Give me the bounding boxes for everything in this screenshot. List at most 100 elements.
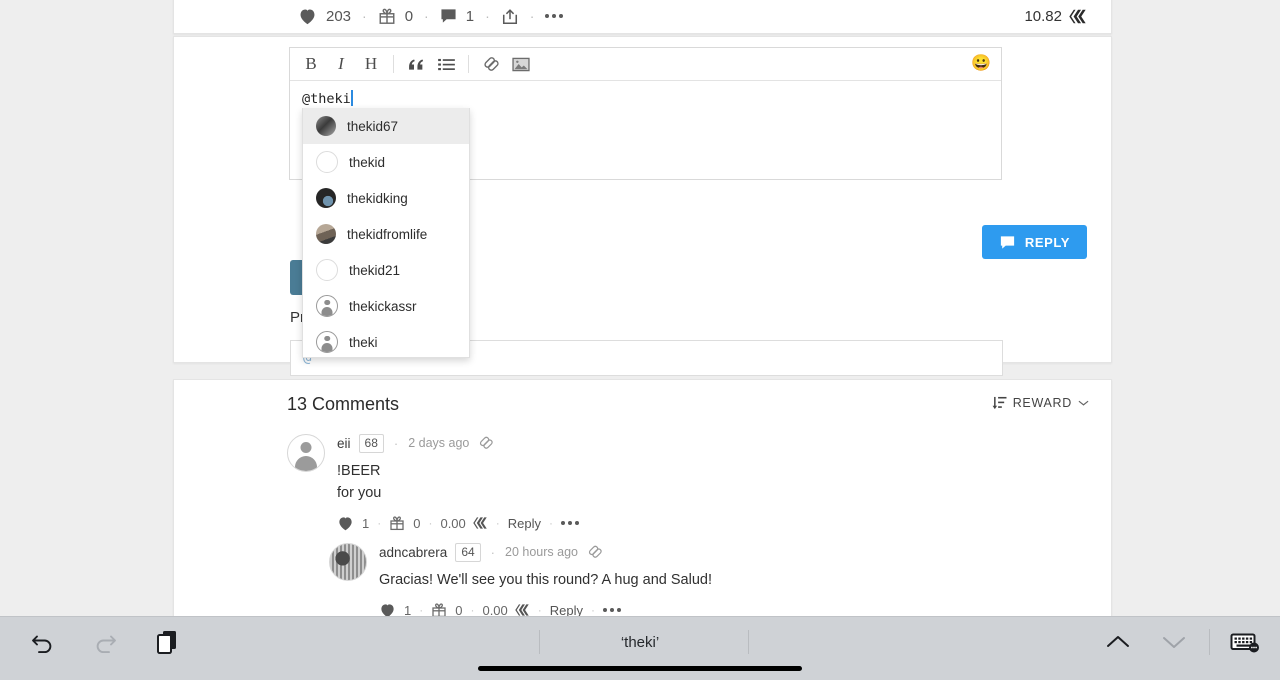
autocomplete-item-label: thekid21: [349, 262, 401, 278]
autocomplete-item[interactable]: thekickassr: [303, 288, 469, 324]
comment-reply-button[interactable]: Reply: [550, 603, 583, 617]
suggestion-divider: [539, 630, 540, 654]
hive-logo-icon: [1068, 8, 1087, 25]
autocomplete-item[interactable]: thekidfromlife: [303, 216, 469, 252]
toolbar-divider: [393, 55, 394, 73]
autocomplete-item[interactable]: thekidking: [303, 180, 469, 216]
bold-button[interactable]: B: [296, 50, 326, 78]
reputation-badge: 68: [358, 433, 384, 453]
comment-more-button[interactable]: [603, 608, 622, 612]
suggestion-word[interactable]: ‘theki’: [621, 634, 659, 651]
comment-author[interactable]: eii: [337, 436, 351, 451]
separator: ·: [549, 516, 554, 530]
bullet-list-button[interactable]: [431, 50, 461, 78]
separator: ·: [393, 435, 399, 451]
hive-logo-icon: [514, 603, 530, 616]
text-caret: [350, 90, 353, 106]
blockquote-button[interactable]: [401, 50, 431, 78]
gift-icon[interactable]: [389, 515, 405, 531]
gift-stat[interactable]: 0: [378, 7, 413, 25]
autocomplete-item[interactable]: thekid67: [303, 108, 469, 144]
autocomplete-item-label: thekidfromlife: [347, 226, 428, 242]
scroll-down-button[interactable]: [1153, 621, 1195, 663]
avatar-placeholder: [316, 295, 338, 317]
hive-logo-icon: [472, 516, 488, 530]
comment-stat[interactable]: 1: [440, 8, 474, 25]
post-stats-row: 203 · 0 · 1 · · 10.82: [174, 0, 1111, 33]
permalink-icon[interactable]: [588, 545, 603, 559]
gift-icon: [378, 7, 396, 25]
toolbar-divider: [1209, 629, 1210, 655]
italic-button[interactable]: I: [326, 50, 356, 78]
post-payout[interactable]: 10.82: [1024, 0, 1087, 33]
image-button[interactable]: [506, 50, 536, 78]
comment-author[interactable]: adncabrera: [379, 545, 447, 560]
comment-text-line: for you: [337, 485, 382, 501]
comment-payout[interactable]: 0.00: [440, 516, 465, 531]
heading-button[interactable]: H: [356, 50, 386, 78]
comment-gift-count: 0: [455, 602, 463, 617]
separator: ·: [529, 8, 535, 24]
comment-body: eii 68 · 2 days ago !BEER for you 1 · 0 …: [337, 433, 580, 531]
sort-dropdown[interactable]: REWARD: [992, 396, 1089, 410]
payout-value: 10.82: [1024, 7, 1062, 25]
suggestion-divider: [748, 630, 749, 654]
autocomplete-item-label: thekid: [349, 154, 386, 170]
post-stats-card: 203 · 0 · 1 · · 10.82: [173, 0, 1112, 34]
heart-icon[interactable]: [337, 516, 354, 531]
comment-timestamp: 20 hours ago: [505, 545, 578, 559]
separator: ·: [495, 516, 500, 530]
heart-icon[interactable]: [379, 603, 396, 616]
comment-item: eii 68 · 2 days ago !BEER for you 1 · 0 …: [287, 433, 580, 531]
separator: ·: [537, 603, 542, 616]
keyboard-toolbar-right: [1097, 617, 1266, 667]
toolbar-divider: [468, 55, 469, 73]
permalink-icon[interactable]: [479, 436, 494, 450]
scroll-up-button[interactable]: [1097, 621, 1139, 663]
autocomplete-item[interactable]: thekid21: [303, 252, 469, 288]
comment-payout[interactable]: 0.00: [482, 603, 507, 617]
comment-timestamp: 2 days ago: [408, 436, 470, 450]
comment-text-line: Gracias! We'll see you this round? A hug…: [379, 572, 712, 588]
separator: ·: [377, 516, 382, 530]
avatar: [316, 224, 336, 244]
share-button[interactable]: [501, 8, 519, 25]
page-content: 203 · 0 · 1 · · 10.82 B I H 😀 @theki Pr …: [0, 0, 1280, 616]
avatar[interactable]: [329, 543, 367, 581]
home-indicator: [478, 666, 802, 671]
comment-gift-count: 0: [413, 515, 421, 531]
like-stat[interactable]: 203: [298, 8, 351, 25]
comments-card: 13 Comments REWARD eii 68 · 2 days ago !…: [173, 379, 1112, 616]
autocomplete-item-label: thekidking: [347, 190, 408, 206]
comment-meta: eii 68 · 2 days ago: [337, 433, 579, 453]
avatar[interactable]: [287, 434, 325, 472]
autocomplete-item-label: thekickassr: [349, 298, 417, 314]
autocomplete-item[interactable]: theki: [303, 324, 469, 357]
autocomplete-item-label: theki: [349, 334, 378, 350]
undo-button[interactable]: [22, 621, 64, 663]
reply-button[interactable]: REPLY: [981, 225, 1087, 259]
avatar: [316, 259, 338, 281]
emoji-button[interactable]: 😀: [971, 56, 991, 72]
comment-reply-button[interactable]: Reply: [508, 516, 541, 531]
separator: ·: [419, 603, 424, 616]
mention-autocomplete-dropdown[interactable]: thekid67 thekid thekidking thekidfromlif…: [302, 108, 470, 358]
comment-icon: [440, 8, 457, 24]
gift-icon[interactable]: [431, 602, 447, 616]
separator: ·: [591, 603, 596, 616]
keyboard-toolbar: ‘theki’: [0, 616, 1280, 680]
autocomplete-item[interactable]: thekid: [303, 144, 469, 180]
keyboard-settings-button[interactable]: [1224, 621, 1266, 663]
redo-button[interactable]: [84, 621, 126, 663]
comment-actions: 1 · 0 · 0.00 · Reply ·: [337, 515, 580, 531]
link-button[interactable]: [476, 50, 506, 78]
sort-descending-icon: [992, 396, 1007, 410]
more-options-button[interactable]: [545, 14, 564, 18]
comment-input-value: @theki: [302, 91, 351, 107]
comment-more-button[interactable]: [561, 521, 580, 525]
keyboard-toolbar-left: [18, 617, 188, 667]
reputation-badge: 64: [455, 542, 481, 562]
comment-like-count: 1: [404, 602, 412, 617]
comment-meta: adncabrera 64 · 20 hours ago: [379, 542, 712, 562]
clipboard-button[interactable]: [146, 621, 188, 663]
